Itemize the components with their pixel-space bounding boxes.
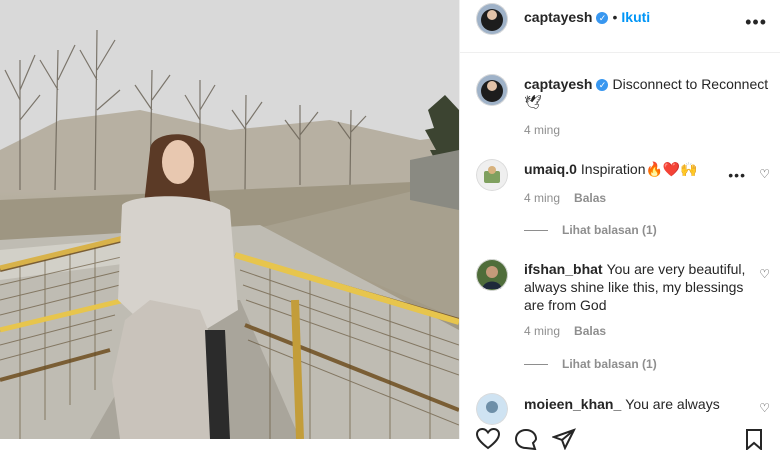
bookmark-icon[interactable] (743, 428, 765, 450)
view-replies-label-2: Lihat balasan (1) (562, 357, 657, 371)
reply-button-2[interactable]: Balas (574, 324, 606, 338)
separator-dot: • (612, 9, 618, 25)
action-bar (460, 424, 780, 450)
comment-time-1[interactable]: 4 ming (524, 191, 560, 205)
comment-text-1: umaiq.0 Inspiration🔥❤️🙌 (524, 160, 719, 178)
caption-text: captayesh ✓ Disconnect to Reconnect 🕊 (524, 75, 769, 111)
comment-avatar[interactable] (476, 393, 508, 425)
follow-button[interactable]: Ikuti (621, 9, 650, 25)
avatar[interactable] (476, 3, 508, 35)
caption-time[interactable]: 4 ming (524, 123, 560, 137)
comment-avatar[interactable] (476, 259, 508, 291)
post-header: captayesh ✓ • Ikuti ••• (460, 0, 780, 53)
post-photo[interactable] (0, 0, 459, 439)
comment-meta-2: 4 ming Balas (524, 324, 620, 338)
share-icon[interactable] (552, 428, 576, 450)
caption-verified-badge-icon: ✓ (596, 79, 609, 91)
comment-username-1[interactable]: umaiq.0 (524, 161, 577, 177)
comment-time-2[interactable]: 4 ming (524, 324, 560, 338)
instagram-post: captayesh ✓ • Ikuti ••• captayesh ✓ Disconnec… (0, 0, 780, 450)
view-replies-2[interactable]: Lihat balasan (1) (524, 357, 657, 371)
comment-text-3: moieen_khan_ You are always (524, 395, 749, 413)
photo-scene (0, 0, 459, 439)
comment-like-heart-icon[interactable]: ♡ (759, 167, 770, 181)
header-title: captayesh ✓ • Ikuti (524, 9, 650, 25)
comment-text-2: ifshan_bhat You are very beautiful, alway… (524, 260, 749, 314)
header-username[interactable]: captayesh (524, 9, 592, 25)
comment-avatar[interactable] (476, 159, 508, 191)
comment-body-3: You are always (625, 396, 720, 412)
caption-username[interactable]: captayesh (524, 76, 592, 92)
comment-meta-1: 4 ming Balas (524, 191, 620, 205)
heart-icon[interactable] (476, 428, 500, 450)
comment-options-icon[interactable]: ••• (728, 167, 746, 183)
view-replies-label-1: Lihat balasan (1) (562, 223, 657, 237)
comment-body-1: Inspiration🔥❤️🙌 (580, 161, 698, 177)
replies-divider-line (524, 230, 548, 232)
comment-like-heart-icon-2[interactable]: ♡ (759, 267, 770, 281)
verified-badge-icon: ✓ (596, 12, 609, 24)
caption-meta: 4 ming (524, 123, 574, 137)
comment-icon[interactable] (514, 428, 538, 450)
more-options-icon[interactable]: ••• (745, 12, 767, 33)
reply-button-1[interactable]: Balas (574, 191, 606, 205)
replies-divider-line-2 (524, 364, 548, 366)
comment-username-2[interactable]: ifshan_bhat (524, 261, 603, 277)
comment-like-heart-icon-3[interactable]: ♡ (759, 401, 770, 415)
post-panel: captayesh ✓ • Ikuti ••• captayesh ✓ Disconnec… (459, 0, 780, 450)
comment-username-3[interactable]: moieen_khan_ (524, 396, 621, 412)
view-replies-1[interactable]: Lihat balasan (1) (524, 223, 657, 237)
caption-avatar[interactable] (476, 74, 508, 106)
